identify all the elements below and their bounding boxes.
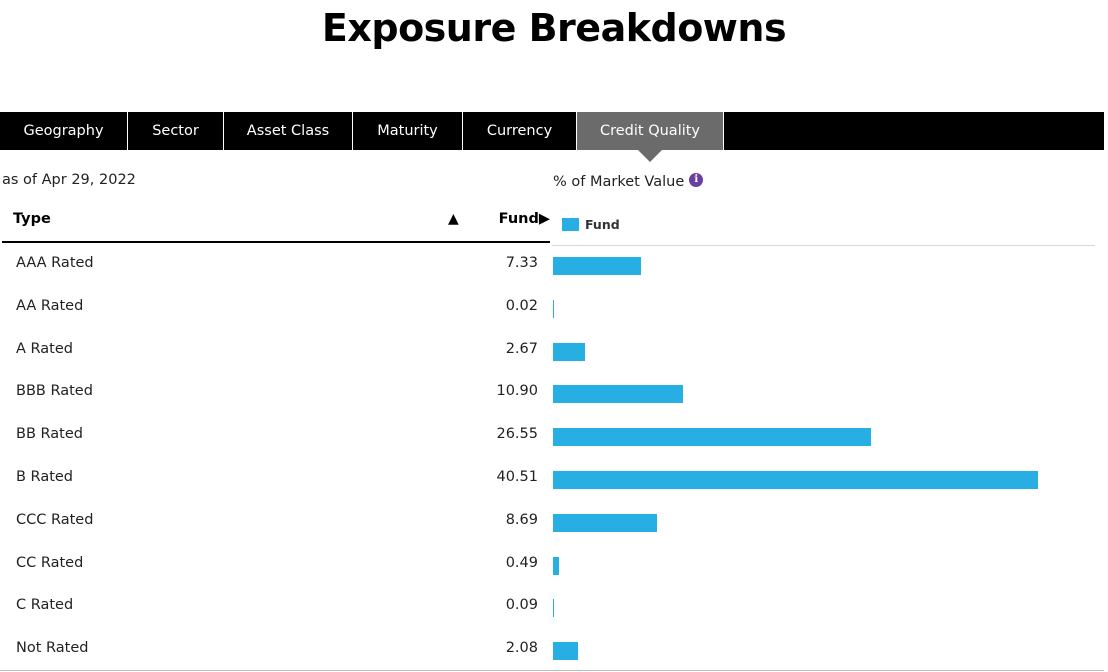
row-fund-value: 8.69 bbox=[505, 511, 538, 528]
page-title: Exposure Breakdowns bbox=[321, 6, 787, 50]
market-value-label: % of Market Value bbox=[553, 174, 685, 190]
row-fund-value: 0.02 bbox=[505, 297, 538, 314]
row-fund-value: 2.08 bbox=[505, 640, 538, 657]
bottom-divider bbox=[0, 670, 1104, 671]
tab-credit-quality[interactable]: Credit Quality bbox=[577, 112, 724, 150]
row-type: BB Rated bbox=[16, 426, 83, 443]
table-row: BB Rated 26.55 bbox=[2, 414, 550, 457]
legend-label: Fund bbox=[585, 217, 620, 232]
bar-aaa-rated bbox=[553, 257, 641, 275]
as-of-date: as of Apr 29, 2022 bbox=[2, 172, 136, 188]
row-type: CC Rated bbox=[16, 554, 84, 571]
row-fund-value: 26.55 bbox=[496, 426, 538, 443]
credit-quality-table: AAA Rated 7.33 AA Rated 0.02 A Rated 2.6… bbox=[2, 243, 550, 671]
fund-bar-chart bbox=[553, 243, 1098, 672]
bar-not-rated bbox=[553, 642, 578, 661]
row-type: BBB Rated bbox=[16, 383, 93, 400]
legend-swatch bbox=[562, 218, 579, 231]
row-type: C Rated bbox=[16, 597, 74, 614]
row-type: CCC Rated bbox=[16, 511, 94, 528]
bar-bbb-rated bbox=[553, 385, 684, 404]
row-type: B Rated bbox=[16, 468, 74, 485]
table-row: Not Rated 2.08 bbox=[2, 628, 550, 671]
market-value-heading: % of Market Value i bbox=[553, 173, 704, 190]
bar-cc-rated bbox=[553, 556, 559, 575]
bar-b-rated bbox=[553, 471, 1038, 489]
row-type: AAA Rated bbox=[16, 255, 94, 271]
table-row: C Rated 0.09 bbox=[2, 585, 550, 628]
table-header: Type ▲ Fund▶ bbox=[2, 205, 550, 243]
row-fund-value: 0.49 bbox=[505, 554, 538, 571]
bar-c-rated bbox=[553, 599, 555, 618]
bar-ccc-rated bbox=[553, 513, 658, 532]
tab-asset-class[interactable]: Asset Class bbox=[224, 112, 353, 150]
row-fund-value: 2.67 bbox=[505, 340, 538, 357]
tab-maturity[interactable]: Maturity bbox=[353, 112, 463, 150]
info-icon[interactable]: i bbox=[689, 173, 704, 187]
table-row: AA Rated 0.02 bbox=[2, 286, 550, 329]
table-row: A Rated 2.67 bbox=[2, 329, 550, 372]
bar-a-rated bbox=[553, 342, 585, 361]
row-fund-value: 10.90 bbox=[496, 383, 538, 400]
table-row: B Rated 40.51 bbox=[2, 457, 550, 500]
tab-currency[interactable]: Currency bbox=[463, 112, 577, 150]
sort-ascending-icon[interactable]: ▲ bbox=[448, 211, 459, 227]
row-type: A Rated bbox=[16, 340, 73, 357]
row-type: AA Rated bbox=[16, 297, 84, 314]
breakdown-tabs: Geography Sector Asset Class Maturity Cu… bbox=[0, 112, 1104, 150]
column-header-fund[interactable]: Fund▶ bbox=[499, 211, 550, 227]
row-fund-value: 40.51 bbox=[496, 468, 538, 485]
column-header-type[interactable]: Type bbox=[13, 211, 51, 227]
row-fund-value: 7.33 bbox=[505, 255, 538, 271]
bar-bb-rated bbox=[553, 428, 871, 447]
table-row: CCC Rated 8.69 bbox=[2, 500, 550, 543]
chart-legend: Fund bbox=[562, 217, 620, 232]
tab-geography[interactable]: Geography bbox=[0, 112, 128, 150]
table-row: AAA Rated 7.33 bbox=[2, 243, 550, 286]
table-row: BBB Rated 10.90 bbox=[2, 371, 550, 414]
tab-sector[interactable]: Sector bbox=[128, 112, 224, 150]
row-fund-value: 0.09 bbox=[505, 597, 538, 614]
table-row: CC Rated 0.49 bbox=[2, 543, 550, 586]
row-type: Not Rated bbox=[16, 640, 89, 657]
